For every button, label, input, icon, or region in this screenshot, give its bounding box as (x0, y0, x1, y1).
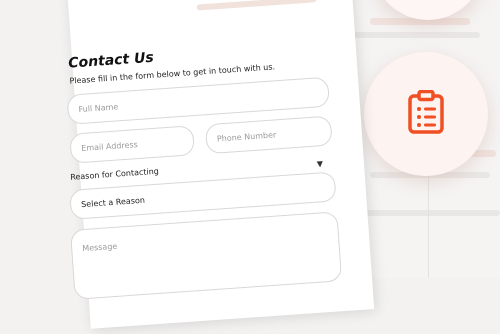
decor-bar (196, 0, 317, 11)
message-textarea[interactable]: Message (69, 211, 343, 300)
phone-placeholder: Phone Number (216, 130, 277, 144)
form-title: Contact Us (67, 49, 155, 72)
email-input[interactable]: Email Address (69, 125, 196, 164)
email-placeholder: Email Address (80, 140, 139, 153)
caret-down-icon[interactable]: ▼ (316, 159, 323, 168)
message-placeholder: Message (81, 241, 118, 254)
full-name-placeholder: Full Name (78, 102, 119, 115)
reason-selected-value: Select a Reason (80, 195, 146, 210)
reason-label: Reason for Contacting (69, 166, 160, 182)
contact-form-card: Contact Us Please fill in the form below… (65, 0, 375, 329)
phone-input[interactable]: Phone Number (204, 115, 333, 155)
contact-form-card-wrap: Contact Us Please fill in the form below… (0, 0, 500, 329)
